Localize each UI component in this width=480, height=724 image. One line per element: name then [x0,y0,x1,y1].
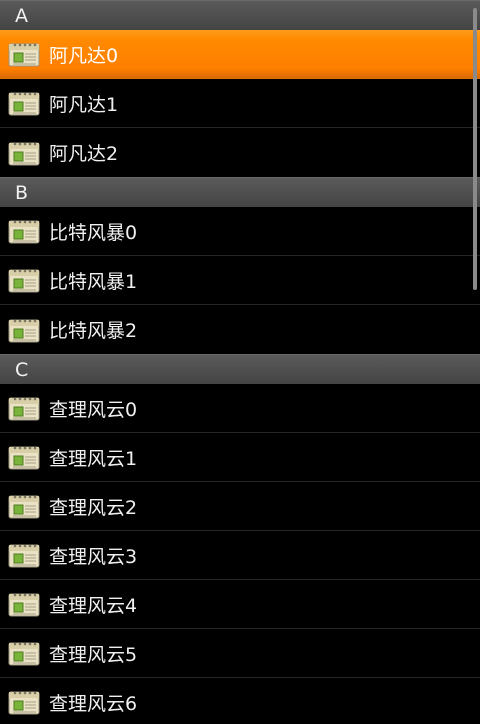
calendar-app-icon [8,43,40,67]
list-item[interactable]: 查理风云3 [0,531,480,580]
calendar-app-icon [8,269,40,293]
list-item[interactable]: 比特风暴1 [0,256,480,305]
list-item[interactable]: 查理风云4 [0,580,480,629]
list-item-label: 查理风云0 [49,398,138,421]
list-item[interactable]: 查理风云2 [0,482,480,531]
calendar-app-icon [8,642,40,666]
calendar-app-icon [8,446,40,470]
list-item-label: 查理风云4 [49,594,138,617]
list-item[interactable]: 比特风暴0 [0,207,480,256]
list-item-label: 查理风云1 [49,447,138,470]
list-item-label: 比特风暴1 [49,270,138,293]
list-item-label: 阿凡达1 [49,93,119,116]
list-item-label: 比特风暴0 [49,221,138,244]
list-item[interactable]: 阿凡达0 [0,30,480,79]
calendar-app-icon [8,319,40,342]
calendar-app-icon [8,544,40,568]
calendar-app-icon [8,220,40,244]
section-header-a: A [0,0,480,30]
list-item[interactable]: 阿凡达1 [0,79,480,128]
list-item-label: 阿凡达0 [49,44,119,67]
list-item-label: 阿凡达2 [49,143,119,165]
contact-list[interactable]: A 阿凡达0 阿凡达1 阿凡达2 B 比特风暴0 比特风暴1 比特风暴2 C 查… [0,0,480,724]
scrollbar[interactable] [473,8,477,290]
calendar-app-icon [8,691,40,715]
list-item-label: 查理风云5 [49,643,138,666]
calendar-app-icon [8,92,40,116]
section-header-c: C [0,354,480,384]
list-item[interactable]: 比特风暴2 [0,305,480,354]
list-item[interactable]: 查理风云5 [0,629,480,678]
list-item-label: 查理风云3 [49,545,138,568]
calendar-app-icon [8,495,40,519]
calendar-app-icon [8,593,40,617]
list-item[interactable]: 查理风云1 [0,433,480,482]
list-item-label: 查理风云6 [49,692,138,715]
list-item[interactable]: 查理风云0 [0,384,480,433]
list-item-label: 查理风云2 [49,496,138,519]
section-header-b: B [0,177,480,207]
calendar-app-icon [8,397,40,421]
list-item[interactable]: 查理风云6 [0,678,480,724]
list-item[interactable]: 阿凡达2 [0,128,480,177]
calendar-app-icon [8,142,40,165]
list-item-label: 比特风暴2 [49,320,138,342]
